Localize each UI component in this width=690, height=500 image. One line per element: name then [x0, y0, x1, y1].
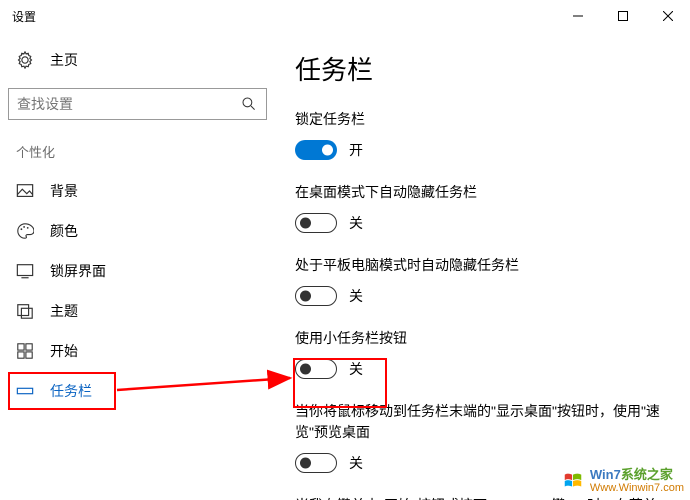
palette-icon: [16, 222, 34, 240]
lockscreen-icon: [16, 262, 34, 280]
toggle-autohide-tablet[interactable]: [295, 286, 337, 306]
toggle-peek-preview[interactable]: [295, 453, 337, 473]
theme-icon: [16, 302, 34, 320]
watermark: Win7系统之家 Www.Winwin7.com: [562, 468, 684, 494]
windows-flag-icon: [562, 470, 584, 492]
sidebar-group-label: 个性化: [8, 138, 267, 171]
sidebar-item-label: 背景: [50, 181, 78, 201]
sidebar-home-label: 主页: [50, 50, 78, 70]
watermark-url: Www.Winwin7.com: [590, 482, 684, 494]
sidebar: 主页 个性化 背景 颜色 锁屏界面 主题 开始: [0, 32, 275, 500]
close-button[interactable]: [645, 0, 690, 32]
start-icon: [16, 342, 34, 360]
sidebar-item-label: 主题: [50, 301, 78, 321]
setting-label: 处于平板电脑模式时自动隐藏任务栏: [295, 255, 668, 276]
setting-autohide-tablet: 处于平板电脑模式时自动隐藏任务栏 关: [295, 255, 668, 306]
taskbar-icon: [16, 382, 34, 400]
page-title: 任务栏: [295, 50, 668, 87]
setting-peek-preview: 当你将鼠标移动到任务栏末端的"显示桌面"按钮时，使用"速览"预览桌面 关: [295, 401, 668, 473]
main-pane: 任务栏 锁定任务栏 开 在桌面模式下自动隐藏任务栏 关 处于平板电脑模式时自动隐…: [275, 32, 690, 500]
toggle-state-text: 关: [349, 359, 363, 379]
sidebar-item-label: 锁屏界面: [50, 261, 106, 281]
toggle-state-text: 关: [349, 213, 363, 233]
setting-label: 在桌面模式下自动隐藏任务栏: [295, 182, 668, 203]
sidebar-item-label: 开始: [50, 341, 78, 361]
setting-autohide-desktop: 在桌面模式下自动隐藏任务栏 关: [295, 182, 668, 233]
sidebar-item-start[interactable]: 开始: [8, 331, 267, 371]
toggle-state-text: 关: [349, 453, 363, 473]
sidebar-home[interactable]: 主页: [8, 44, 267, 76]
maximize-button[interactable]: [600, 0, 645, 32]
toggle-state-text: 开: [349, 140, 363, 160]
gear-icon: [16, 51, 34, 69]
sidebar-item-themes[interactable]: 主题: [8, 291, 267, 331]
setting-small-buttons: 使用小任务栏按钮 关: [295, 328, 668, 379]
setting-label: 当我右键单击"开始"按钮或按下 Windows 键+X 时，在菜单中将命令提示符…: [295, 495, 668, 500]
toggle-autohide-desktop[interactable]: [295, 213, 337, 233]
search-box[interactable]: [8, 88, 267, 120]
minimize-button[interactable]: [555, 0, 600, 32]
setting-label: 当你将鼠标移动到任务栏末端的"显示桌面"按钮时，使用"速览"预览桌面: [295, 401, 668, 443]
sidebar-item-colors[interactable]: 颜色: [8, 211, 267, 251]
setting-label: 使用小任务栏按钮: [295, 328, 668, 349]
sidebar-item-background[interactable]: 背景: [8, 171, 267, 211]
setting-label: 锁定任务栏: [295, 109, 668, 130]
setting-powershell-replace: 当我右键单击"开始"按钮或按下 Windows 键+X 时，在菜单中将命令提示符…: [295, 495, 668, 500]
watermark-title-2: 系统之家: [621, 467, 673, 482]
window-title: 设置: [12, 8, 36, 25]
sidebar-item-lockscreen[interactable]: 锁屏界面: [8, 251, 267, 291]
toggle-state-text: 关: [349, 286, 363, 306]
sidebar-item-taskbar[interactable]: 任务栏: [8, 371, 267, 411]
setting-lock-taskbar: 锁定任务栏 开: [295, 109, 668, 160]
search-input[interactable]: [17, 96, 240, 112]
search-icon: [240, 95, 258, 113]
watermark-title-1: Win7: [590, 467, 621, 482]
toggle-small-buttons[interactable]: [295, 359, 337, 379]
picture-icon: [16, 182, 34, 200]
sidebar-item-label: 颜色: [50, 221, 78, 241]
toggle-lock-taskbar[interactable]: [295, 140, 337, 160]
sidebar-item-label: 任务栏: [50, 381, 92, 401]
